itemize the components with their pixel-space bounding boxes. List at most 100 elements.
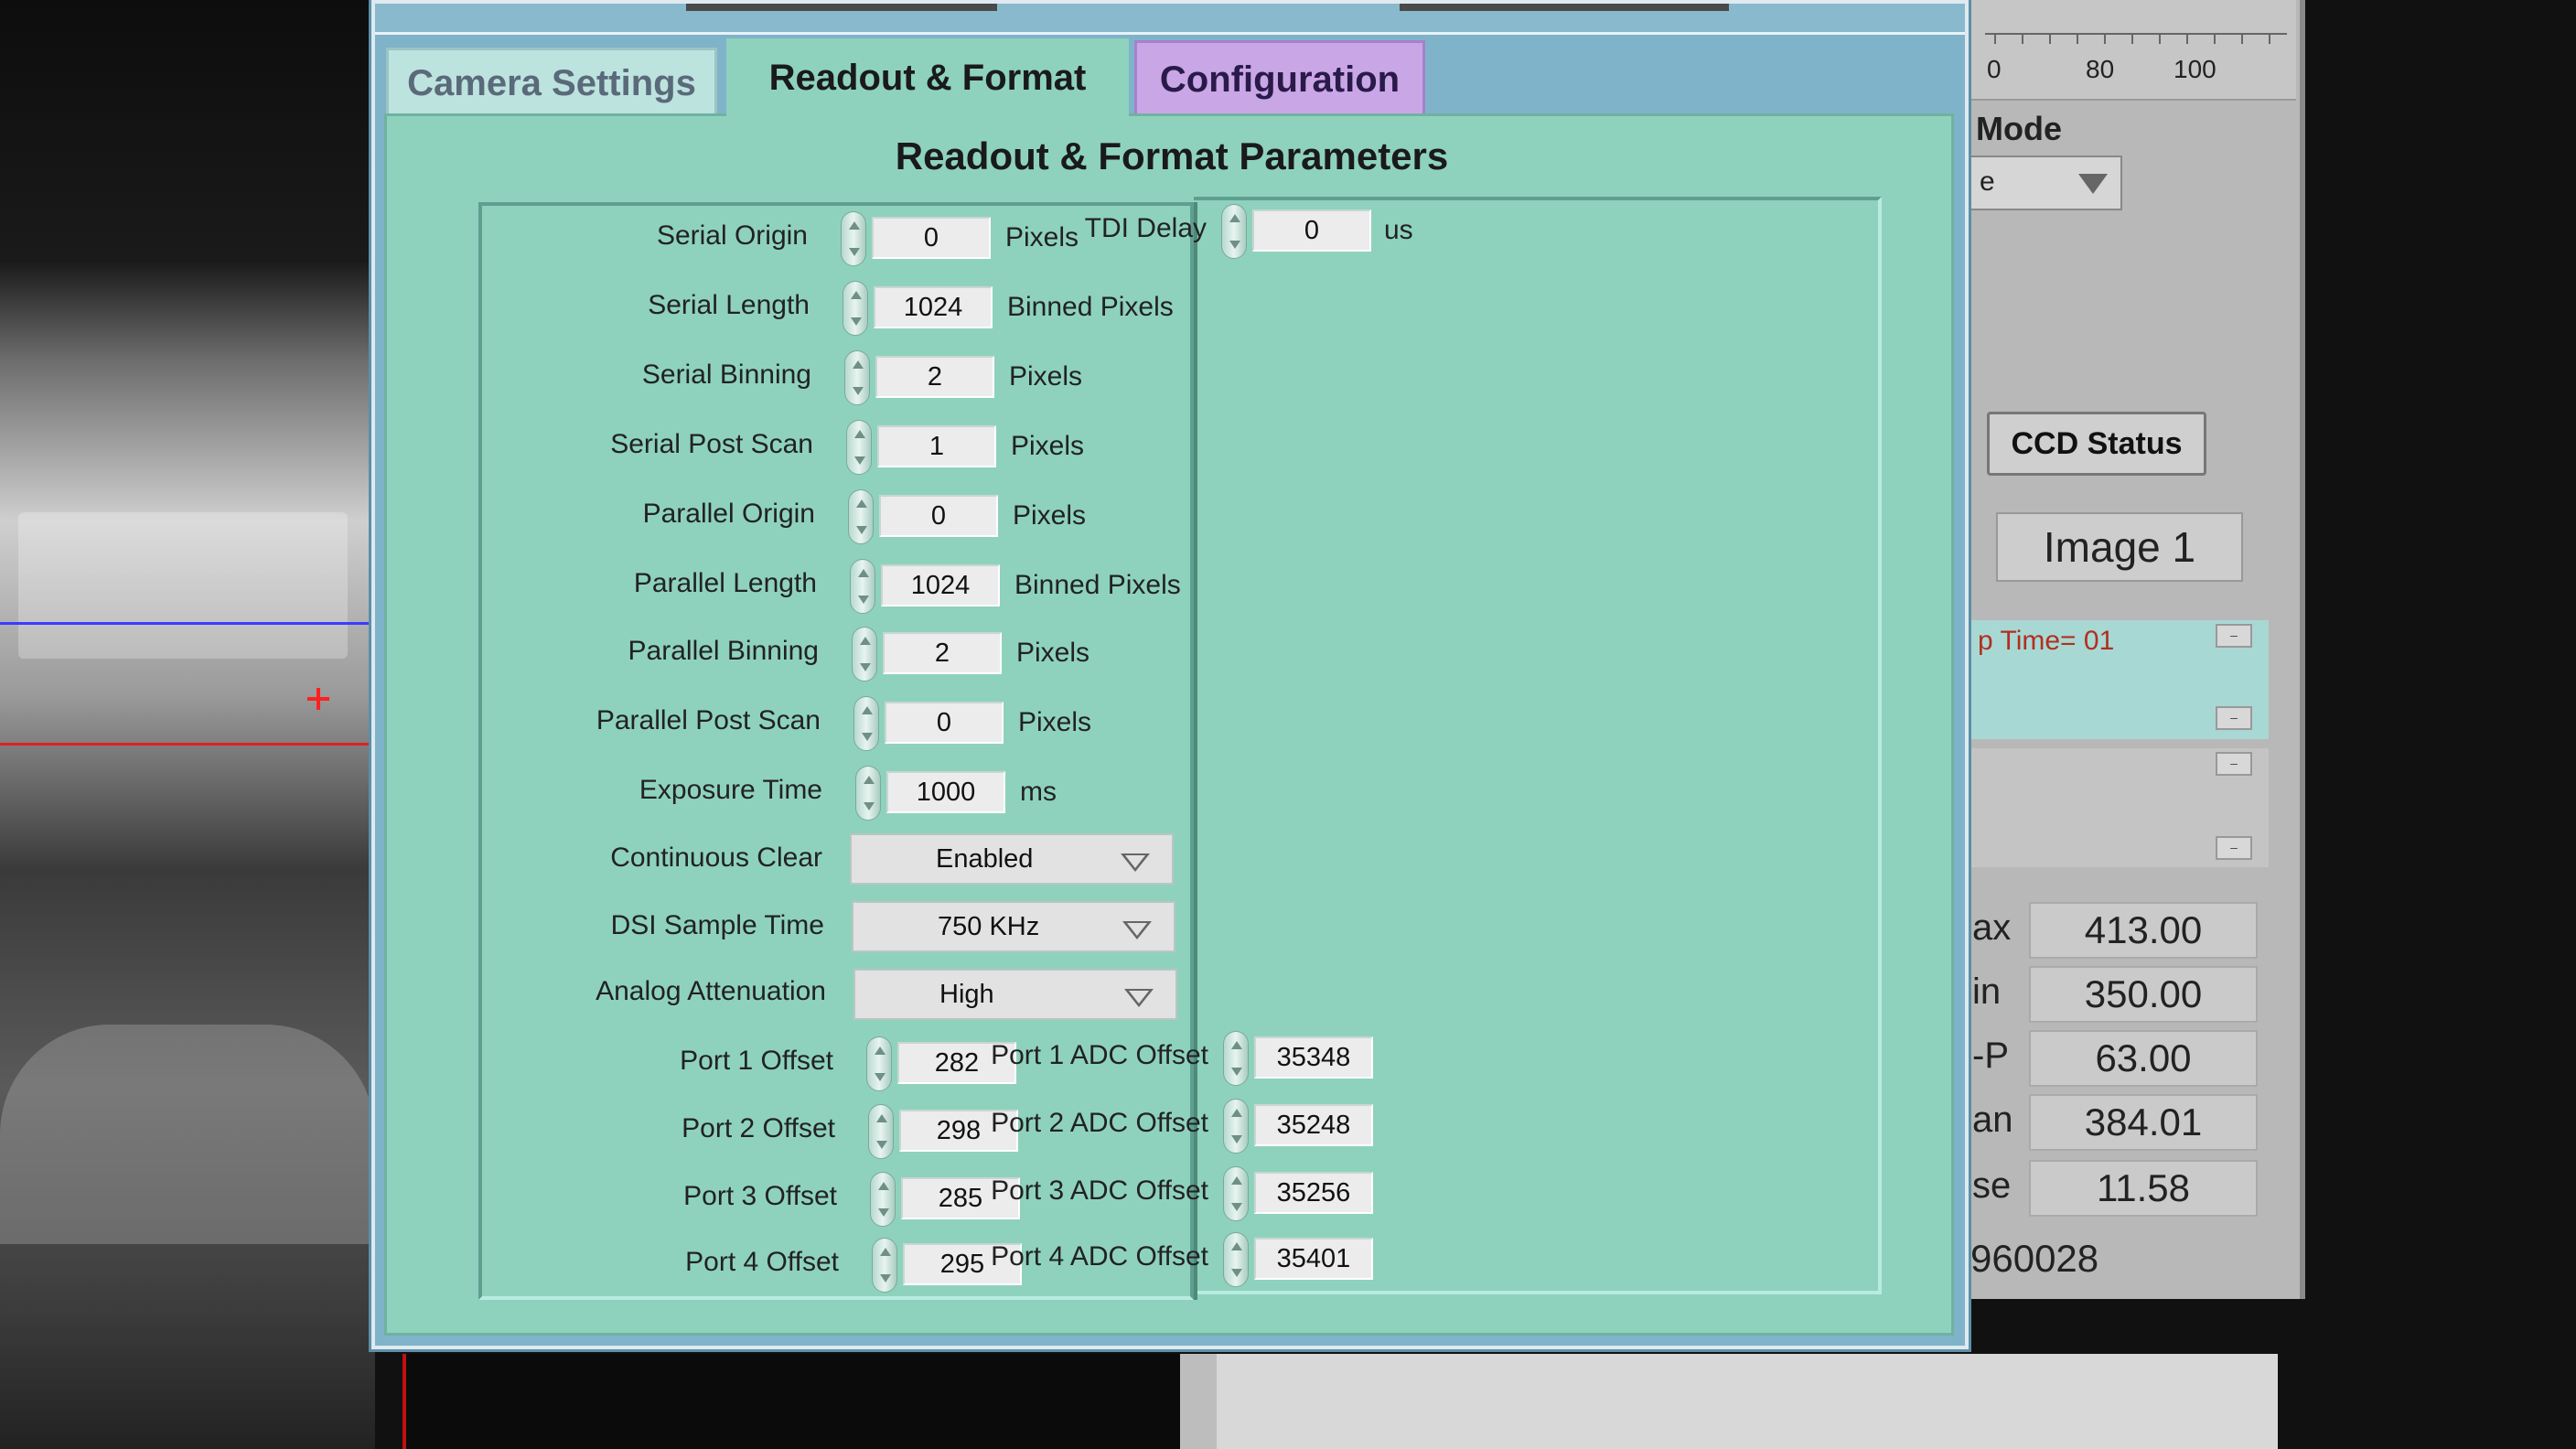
spinner-icon[interactable]	[872, 1238, 897, 1293]
port-offset-label: Port 4 Offset	[685, 1247, 839, 1277]
port-3-adc-offset-input[interactable]: 35256	[1254, 1172, 1373, 1214]
stat-label: se	[1972, 1165, 2012, 1206]
spinner-icon[interactable]	[1223, 1031, 1249, 1086]
stat-value: 63.00	[2029, 1030, 2258, 1087]
tdi-delay-input[interactable]: 0	[1252, 209, 1371, 252]
param-label: Serial Origin	[656, 220, 808, 251]
dropdown-label: Analog Attenuation	[596, 976, 826, 1006]
param-label: Parallel Origin	[642, 499, 815, 529]
param-label: Serial Binning	[641, 360, 811, 390]
scroll-up-button[interactable]: –	[2216, 752, 2252, 776]
param-unit: ms	[1020, 777, 1057, 807]
top-button-edge	[686, 4, 997, 11]
spinner-icon[interactable]	[1223, 1166, 1249, 1221]
analog-attenuation-select[interactable]: High	[853, 969, 1177, 1020]
spinner-icon[interactable]	[846, 420, 872, 475]
scroll-down-button[interactable]: –	[2216, 706, 2252, 730]
tab-panel-readout: Readout & Format Parameters Serial Origi…	[384, 113, 1954, 1336]
mode-select[interactable]: e	[1967, 156, 2122, 210]
mode-label: Mode	[1976, 110, 2062, 147]
spinner-icon[interactable]	[844, 350, 870, 405]
spinner-icon[interactable]	[1221, 204, 1247, 259]
stat-value: 350.00	[2029, 966, 2258, 1023]
spinner-icon[interactable]	[866, 1036, 892, 1091]
scale-bar: 0 80 100	[1967, 0, 2296, 101]
chevron-down-icon	[1124, 989, 1154, 1007]
spinner-icon[interactable]	[850, 559, 875, 614]
port-offset-label: Port 3 Offset	[683, 1181, 837, 1211]
param-unit: Binned Pixels	[1007, 292, 1174, 322]
param-label: Parallel Post Scan	[596, 705, 821, 735]
image-name-field[interactable]: Image 1	[1996, 512, 2243, 582]
param-unit: Binned Pixels	[1014, 570, 1181, 600]
background-window	[1180, 1354, 2278, 1449]
readout-dialog: Camera Settings Configuration Readout & …	[371, 0, 1969, 1349]
tab-camera-settings[interactable]: Camera Settings	[386, 48, 717, 117]
spinner-icon[interactable]	[841, 211, 866, 266]
serial-post-scan-input[interactable]: 1	[877, 425, 996, 467]
stat-value: 413.00	[2029, 902, 2258, 959]
background-window-edge	[1180, 1354, 1217, 1449]
ccd-status-button[interactable]: CCD Status	[1987, 412, 2206, 476]
param-unit: Pixels	[1013, 500, 1087, 531]
spinner-icon[interactable]	[843, 281, 868, 336]
stat-label: ax	[1972, 907, 2012, 948]
chevron-down-icon	[1122, 921, 1152, 939]
stat-label: in	[1972, 971, 2002, 1012]
tab-readout-format[interactable]: Readout & Format	[726, 38, 1129, 121]
tab-configuration[interactable]: Configuration	[1134, 40, 1425, 117]
top-button-edge	[1400, 4, 1729, 11]
blue-cursor-line	[0, 622, 375, 625]
spinner-icon[interactable]	[1223, 1232, 1249, 1287]
spinner-icon[interactable]	[870, 1172, 896, 1227]
param-label: Parallel Binning	[628, 636, 819, 666]
log-text: p Time= 01	[1978, 626, 2115, 656]
port-1-adc-offset-input[interactable]: 35348	[1254, 1036, 1373, 1079]
chevron-down-icon	[1121, 853, 1150, 872]
param-unit: Pixels	[1009, 361, 1083, 392]
red-cursor-line	[0, 743, 375, 746]
dropdown-value: Enabled	[936, 844, 1034, 874]
port-4-adc-offset-input[interactable]: 35401	[1254, 1238, 1373, 1280]
spinner-icon[interactable]	[852, 627, 877, 682]
param-unit: Pixels	[1016, 638, 1090, 668]
spinner-icon[interactable]	[1223, 1099, 1249, 1154]
scale-label: 80	[2086, 55, 2115, 83]
stat-label: -P	[1972, 1036, 2009, 1076]
right-panel: 0 80 100 Mode e CCD Status Image 1 p Tim…	[1967, 0, 2305, 1299]
spinner-icon[interactable]	[848, 489, 874, 544]
param-label: Serial Post Scan	[610, 429, 813, 459]
chevron-down-icon	[2078, 174, 2108, 194]
dropdown-label: DSI Sample Time	[610, 910, 824, 940]
exposure-time-input[interactable]: 1000	[886, 771, 1005, 813]
scroll-up-button[interactable]: –	[2216, 624, 2252, 648]
port-2-adc-offset-input[interactable]: 35248	[1254, 1104, 1373, 1146]
background-area	[402, 1354, 1180, 1449]
param-unit: Pixels	[1005, 222, 1079, 252]
parallel-binning-input[interactable]: 2	[883, 632, 1002, 674]
scale-label: 0	[1987, 55, 2002, 83]
serial-origin-input[interactable]: 0	[872, 217, 991, 259]
port-offset-label: Port 2 Offset	[682, 1113, 835, 1143]
serial-length-input[interactable]: 1024	[874, 286, 993, 328]
stat-label: an	[1972, 1100, 2013, 1140]
parallel-length-input[interactable]: 1024	[881, 564, 1000, 606]
dsi-sample-time-select[interactable]: 750 KHz	[852, 901, 1175, 952]
spinner-icon[interactable]	[853, 696, 879, 751]
continuous-clear-select[interactable]: Enabled	[850, 833, 1174, 885]
serial-binning-input[interactable]: 2	[875, 356, 994, 398]
parallel-post-scan-input[interactable]: 0	[885, 702, 1004, 744]
scroll-down-button[interactable]: –	[2216, 836, 2252, 860]
tdi-delay-unit: us	[1384, 215, 1413, 245]
param-unit: Pixels	[1018, 707, 1092, 737]
camera-image-view	[0, 0, 375, 1449]
port-offset-label: Port 1 Offset	[680, 1046, 833, 1076]
adc-offset-label: Port 3 ADC Offset	[991, 1175, 1208, 1206]
stat-value: 11.58	[2029, 1160, 2258, 1217]
spinner-icon[interactable]	[855, 766, 881, 821]
parallel-origin-input[interactable]: 0	[879, 495, 998, 537]
red-marker-line	[402, 1354, 406, 1449]
spinner-icon[interactable]	[868, 1104, 894, 1159]
param-label: Serial Length	[648, 290, 810, 320]
image-region	[18, 512, 348, 659]
